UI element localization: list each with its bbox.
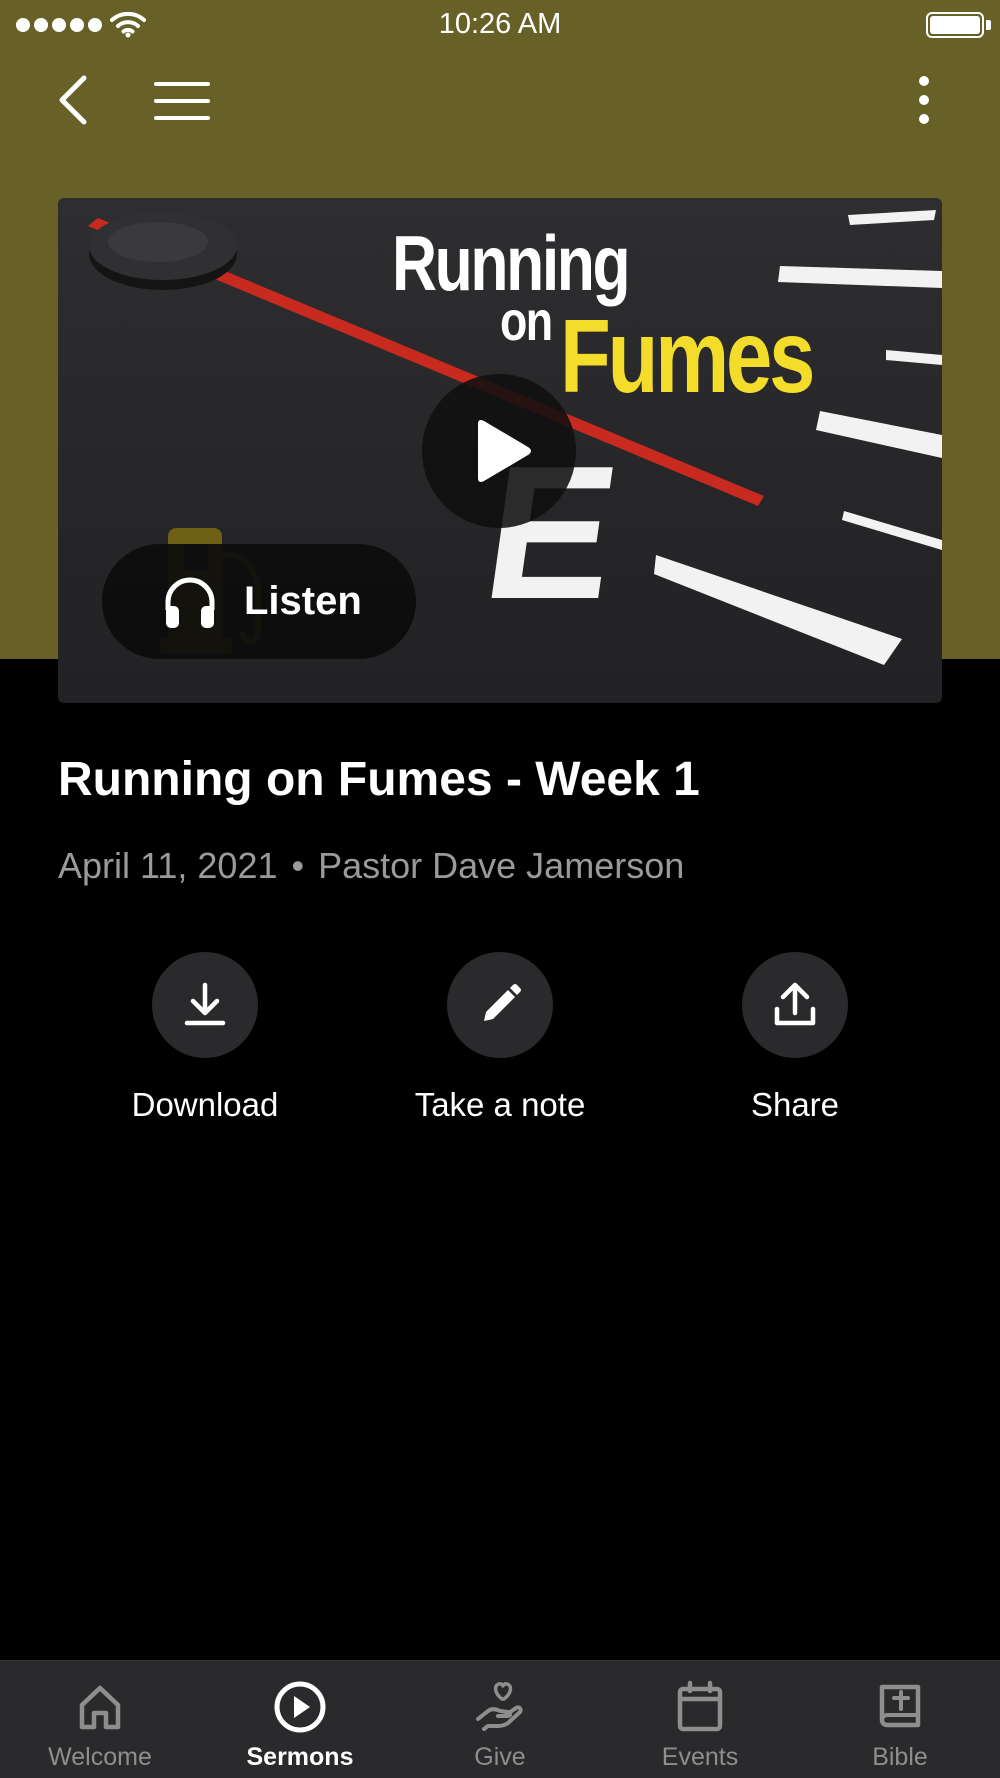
tab-give[interactable]: Give	[400, 1661, 600, 1778]
sermon-meta: April 11, 2021 • Pastor Dave Jamerson	[58, 845, 684, 887]
take-a-note-circle[interactable]	[447, 952, 553, 1058]
take-a-note-label: Take a note	[414, 1086, 586, 1123]
status-time: 10:26 AM	[438, 8, 562, 40]
tab-bible-label: Bible	[872, 1743, 928, 1771]
calendar-icon	[677, 1680, 723, 1732]
hamburger-menu-icon[interactable]	[150, 78, 214, 124]
artwork-title-line2: on	[500, 289, 553, 352]
download-icon	[184, 982, 226, 1026]
back-chevron-icon[interactable]	[48, 72, 100, 128]
artwork-title-line3: Fumes	[560, 299, 815, 415]
pencil-icon	[484, 984, 521, 1021]
tab-give-label: Give	[474, 1743, 526, 1771]
home-icon	[79, 1685, 121, 1730]
battery-icon	[926, 12, 984, 38]
tab-bar: Welcome Sermons Give Events Bible	[0, 1660, 1000, 1778]
take-a-note-button[interactable]: Take a note	[370, 952, 630, 1124]
tab-events[interactable]: Events	[600, 1661, 800, 1778]
status-bar: 10:26 AM	[0, 0, 1000, 50]
tab-bible[interactable]: Bible	[800, 1661, 1000, 1778]
tab-sermons[interactable]: Sermons	[200, 1661, 400, 1778]
download-circle[interactable]	[152, 952, 258, 1058]
headphones-icon	[165, 577, 215, 628]
tab-welcome[interactable]: Welcome	[0, 1661, 200, 1778]
sermon-title: Running on Fumes - Week 1	[58, 753, 700, 806]
share-circle[interactable]	[742, 952, 848, 1058]
sermon-speaker: Pastor Dave Jamerson	[318, 845, 685, 886]
play-circle-icon	[274, 1681, 326, 1733]
download-label: Download	[131, 1086, 279, 1123]
sermon-date: April 11, 2021	[58, 845, 278, 886]
tab-welcome-label: Welcome	[48, 1743, 152, 1771]
tab-sermons-label: Sermons	[246, 1743, 354, 1771]
play-button[interactable]	[422, 374, 576, 528]
share-button[interactable]: Share	[665, 952, 925, 1124]
bible-icon	[879, 1684, 921, 1728]
meta-separator: •	[291, 845, 305, 886]
listen-label: Listen	[244, 579, 362, 623]
share-label: Share	[750, 1086, 840, 1123]
more-options-icon[interactable]	[900, 70, 948, 130]
give-hand-heart-icon	[476, 1682, 523, 1731]
play-icon	[478, 420, 531, 482]
battery-cap	[986, 20, 991, 30]
share-icon	[774, 982, 816, 1026]
download-button[interactable]: Download	[75, 952, 335, 1124]
listen-button[interactable]: Listen	[102, 544, 416, 659]
tab-events-label: Events	[661, 1743, 739, 1771]
